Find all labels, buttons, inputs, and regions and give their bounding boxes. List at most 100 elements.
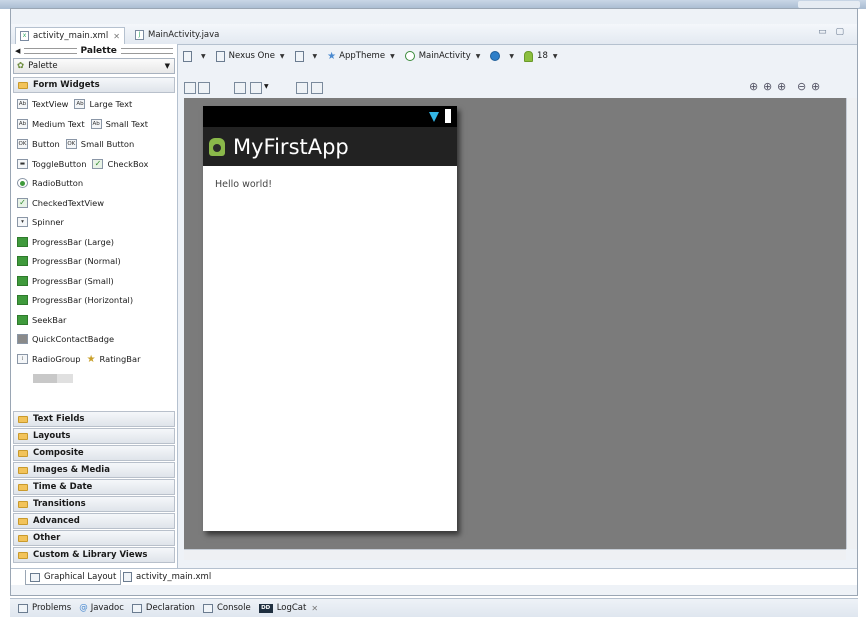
java-file-icon: J: [135, 30, 144, 40]
canvas-horizontal-scrollbar[interactable]: [184, 549, 846, 560]
category-advanced[interactable]: Advanced: [13, 513, 175, 529]
chevron-down-icon[interactable]: ▼: [264, 83, 269, 90]
widget-togglebutton[interactable]: ToggleButton: [32, 159, 86, 169]
category-label: Images & Media: [33, 465, 110, 475]
view-label: LogCat: [276, 603, 307, 613]
widget-large-text[interactable]: Large Text: [89, 99, 132, 109]
zoom-reset-icon[interactable]: ⊕: [811, 80, 820, 93]
xml-file-icon: [123, 572, 132, 582]
progressbar-icon: [17, 237, 28, 247]
widget-radiogroup[interactable]: RadioGroup: [32, 354, 81, 364]
tab-label: MainActivity.java: [148, 30, 220, 40]
android-icon: [524, 50, 534, 62]
radiogroup-icon: ⁞: [17, 354, 28, 364]
category-other[interactable]: Other: [13, 530, 175, 546]
zoom-fit-icon[interactable]: ⊕: [763, 80, 772, 93]
orientation-chooser[interactable]: ▼: [294, 50, 318, 62]
layout-height-icon[interactable]: [198, 82, 210, 94]
locale-chooser[interactable]: ▼: [490, 51, 514, 61]
widget-seekbar[interactable]: SeekBar: [32, 315, 66, 325]
toggle-fill-icon[interactable]: [234, 82, 246, 94]
widget-small-text[interactable]: Small Text: [106, 119, 148, 129]
category-time-date[interactable]: Time & Date: [13, 479, 175, 495]
tab-declaration[interactable]: Declaration: [131, 603, 195, 613]
tab-label: activity_main.xml: [136, 572, 212, 582]
tab-activity-main-xml[interactable]: x activity_main.xml ✕: [15, 27, 125, 44]
widget-progressbar-large[interactable]: ProgressBar (Large): [32, 237, 114, 247]
category-transitions[interactable]: Transitions: [13, 496, 175, 512]
tab-console[interactable]: Console: [202, 603, 251, 613]
window-controls[interactable]: ▭ ▢: [818, 27, 847, 37]
declaration-icon: [131, 603, 142, 613]
chevron-down-icon: ▼: [312, 52, 318, 60]
category-custom-library-views[interactable]: Custom & Library Views: [13, 547, 175, 563]
widget-radiobutton[interactable]: RadioButton: [32, 178, 83, 188]
widget-preview-placeholder: [33, 374, 73, 383]
category-label: Custom & Library Views: [33, 550, 148, 560]
widget-row: ▾ Spinner: [17, 214, 64, 230]
widget-progressbar-horizontal[interactable]: ProgressBar (Horizontal): [32, 295, 133, 305]
console-icon: [202, 603, 213, 613]
tab-logcat[interactable]: DD LogCat ✕: [258, 603, 318, 613]
theme-chooser[interactable]: ★ AppTheme ▼: [327, 51, 395, 62]
widget-quickcontactbadge[interactable]: QuickContactBadge: [32, 334, 114, 344]
tab-label: Graphical Layout: [44, 572, 117, 582]
tab-label: activity_main.xml: [33, 31, 109, 41]
action-bar: MyFirstApp: [203, 127, 457, 166]
activity-chooser[interactable]: MainActivity ▼: [404, 51, 481, 61]
quick-access-field[interactable]: [798, 1, 860, 8]
palette-mode-select[interactable]: ✿ Palette ▼: [13, 58, 175, 74]
weights-icon[interactable]: [311, 82, 323, 94]
widget-checkbox[interactable]: CheckBox: [107, 159, 148, 169]
margins-icon[interactable]: [250, 82, 262, 94]
widget-checkedtextview[interactable]: CheckedTextView: [32, 198, 104, 208]
widget-ratingbar[interactable]: RatingBar: [100, 354, 141, 364]
category-text-fields[interactable]: Text Fields: [13, 411, 175, 427]
widget-progressbar-small[interactable]: ProgressBar (Small): [32, 276, 114, 286]
app-title: MyFirstApp: [233, 134, 349, 159]
view-label: Console: [216, 603, 251, 613]
chevron-down-icon: ▼: [164, 62, 170, 70]
tab-javadoc[interactable]: @ Javadoc: [79, 603, 124, 613]
collapse-arrow-icon[interactable]: ◀: [15, 47, 20, 55]
views-tab-bar: Problems @ Javadoc Declaration Console DD…: [10, 598, 858, 617]
zoom-real-size-icon[interactable]: ⊕: [749, 80, 758, 93]
category-label: Other: [33, 533, 61, 543]
widget-textview[interactable]: TextView: [32, 99, 68, 109]
config-icon: [183, 50, 192, 62]
canvas-vertical-scrollbar[interactable]: [846, 98, 857, 549]
tab-xml-source[interactable]: activity_main.xml: [119, 570, 215, 584]
api-level-chooser[interactable]: 18 ▼: [524, 50, 558, 62]
zoom-out-icon[interactable]: ⊖: [797, 80, 806, 93]
medium-text-icon: Ab: [17, 119, 28, 129]
tab-problems[interactable]: Problems: [18, 603, 71, 613]
zoom-in-icon[interactable]: ⊕: [777, 80, 786, 93]
category-form-widgets[interactable]: Form Widgets: [13, 77, 175, 93]
folder-icon: [18, 534, 28, 542]
widget-row: ProgressBar (Horizontal): [17, 292, 133, 308]
layout-width-icon[interactable]: [184, 82, 196, 94]
widget-progressbar-normal[interactable]: ProgressBar (Normal): [32, 256, 121, 266]
widget-medium-text[interactable]: Medium Text: [32, 119, 85, 129]
layout-config-toolbar: ▼ Nexus One ▼ ▼ ★ AppTheme ▼ MainActivity ▼ …: [183, 46, 855, 66]
close-icon[interactable]: ✕: [113, 32, 120, 41]
hello-textview[interactable]: Hello world!: [215, 179, 272, 190]
widget-small-button[interactable]: Small Button: [81, 139, 134, 149]
config-chooser[interactable]: ▼: [183, 50, 206, 62]
widget-button[interactable]: Button: [32, 139, 60, 149]
category-composite[interactable]: Composite: [13, 445, 175, 461]
chevron-down-icon: ▼: [475, 52, 481, 60]
category-images-media[interactable]: Images & Media: [13, 462, 175, 478]
close-icon[interactable]: ✕: [311, 604, 318, 613]
spinner-icon: ▾: [17, 217, 28, 227]
widget-spinner[interactable]: Spinner: [32, 217, 64, 227]
device-chooser[interactable]: Nexus One ▼: [215, 50, 285, 62]
tab-mainactivity-java[interactable]: J MainActivity.java: [131, 27, 223, 43]
device-preview[interactable]: MyFirstApp Hello world!: [203, 106, 457, 531]
category-layouts[interactable]: Layouts: [13, 428, 175, 444]
tab-graphical-layout[interactable]: Graphical Layout: [25, 570, 122, 585]
api-label: 18: [537, 51, 548, 61]
progressbar-icon: [17, 295, 28, 305]
baseline-icon[interactable]: [296, 82, 308, 94]
widget-row: Ab TextView Ab Large Text: [17, 96, 132, 112]
